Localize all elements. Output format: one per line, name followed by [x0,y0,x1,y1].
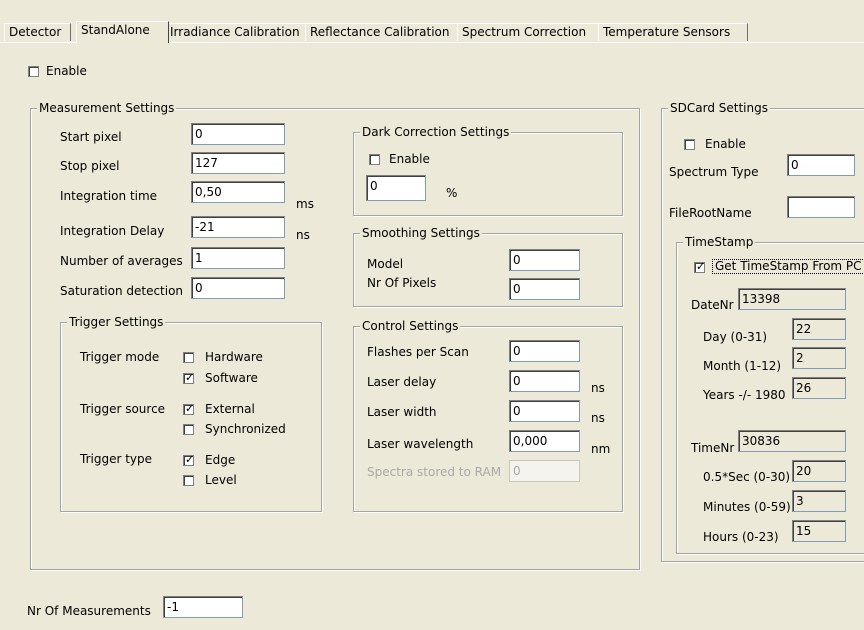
flashes-per-scan-input[interactable]: 0 [509,340,580,362]
month-field: 2 [792,347,846,369]
smoothing-settings-legend: Smoothing Settings [360,226,482,240]
spectra-stored-to-ram-label: Spectra stored to RAM [367,465,502,479]
level-label: Level [205,473,237,487]
measurement-settings-legend: Measurement Settings [37,101,177,115]
synchronized-checkbox[interactable] [183,424,194,435]
laser-delay-input[interactable]: 0 [509,370,580,392]
sdcard-enable-checkbox[interactable] [684,139,695,150]
tab-temperature-sensors[interactable]: Temperature Sensors [598,23,748,41]
checkmark-icon: ✓ [696,260,706,273]
dark-correction-unit: % [446,186,458,200]
start-pixel-input[interactable]: 0 [191,123,285,145]
years-label: Years -/- 1980 [703,388,786,402]
nr-of-measurements-label: Nr Of Measurements [27,604,151,618]
laser-wavelength-label: Laser wavelength [367,437,474,451]
hardware-label: Hardware [205,350,263,364]
get-timestamp-from-pc-label: Get TimeStamp From PC [712,259,864,274]
tab-standalone[interactable]: StandAlone [76,21,169,43]
external-label: External [205,402,255,416]
laser-delay-label: Laser delay [367,375,437,389]
edge-checkbox[interactable]: ✓ [183,453,195,466]
external-checkbox[interactable]: ✓ [183,402,195,415]
model-input[interactable]: 0 [509,249,580,271]
integration-delay-unit: ns [296,228,310,242]
dark-correction-input[interactable]: 0 [366,175,426,201]
laser-wavelength-input[interactable]: 0,000 [509,430,580,452]
checkmark-icon: ✓ [185,371,195,384]
nr-of-pixels-label: Nr Of Pixels [367,276,437,290]
stop-pixel-input[interactable]: 127 [191,152,285,174]
checkmark-icon: ✓ [185,453,195,466]
timenr-label: TimeNr [691,441,735,455]
integration-time-label: Integration time [60,189,158,203]
trigger-type-label: Trigger type [80,452,153,466]
standalone-enable-label: Enable [46,64,87,78]
hardware-checkbox[interactable] [183,352,194,363]
sdcard-settings-legend: SDCard Settings [668,101,770,115]
start-pixel-label: Start pixel [60,130,122,144]
minutes-label: Minutes (0-59) [703,500,791,514]
integration-time-input[interactable]: 0,50 [191,181,285,203]
integration-delay-label: Integration Delay [60,224,165,238]
minutes-field: 3 [792,490,846,512]
datenr-field: 13398 [738,288,846,310]
hours-label: Hours (0-23) [703,530,779,544]
laser-wavelength-unit: nm [591,442,611,456]
timenr-field: 30836 [738,430,846,452]
tab-reflectance-calibration[interactable]: Reflectance Calibration [305,23,461,41]
flashes-per-scan-label: Flashes per Scan [367,345,469,359]
laser-width-input[interactable]: 0 [509,400,580,422]
spectrum-type-input[interactable]: 0 [787,154,855,176]
nr-of-measurements-input[interactable]: -1 [163,596,243,618]
spectra-stored-to-ram-input: 0 [509,460,580,482]
trigger-mode-label: Trigger mode [80,350,160,364]
standalone-enable-checkbox[interactable] [28,66,39,77]
num-averages-label: Number of averages [60,254,183,268]
file-root-name-input[interactable] [787,196,855,218]
control-settings-legend: Control Settings [360,319,461,333]
dark-correction-enable-checkbox[interactable] [369,154,380,165]
half-sec-label: 0.5*Sec (0-30) [703,470,791,484]
spectrum-type-label: Spectrum Type [669,165,759,179]
get-timestamp-from-pc-checkbox[interactable]: ✓ [694,260,706,273]
saturation-detection-label: Saturation detection [60,284,184,298]
file-root-name-label: FileRootName [669,206,752,220]
tab-irradiance-calibration[interactable]: Irradiance Calibration [165,23,307,41]
integration-delay-input[interactable]: -21 [191,216,285,238]
software-checkbox[interactable]: ✓ [183,371,195,384]
level-checkbox[interactable] [183,475,194,486]
years-field: 26 [792,377,846,399]
dark-correction-legend: Dark Correction Settings [360,125,512,139]
laser-width-label: Laser width [367,405,437,419]
month-label: Month (1-12) [703,359,782,373]
tab-detector[interactable]: Detector [4,23,71,41]
edge-label: Edge [205,453,236,467]
software-label: Software [205,371,258,385]
model-label: Model [367,257,404,271]
integration-time-unit: ms [296,197,314,211]
laser-delay-unit: ns [591,381,605,395]
tab-spectrum-correction[interactable]: Spectrum Correction [457,23,601,41]
day-field: 22 [792,318,846,340]
num-averages-input[interactable]: 1 [191,247,285,269]
stop-pixel-label: Stop pixel [60,159,120,173]
hours-field: 15 [792,520,846,542]
day-label: Day (0-31) [703,330,768,344]
sdcard-enable-label: Enable [705,137,746,151]
timestamp-legend: TimeStamp [683,235,756,249]
dark-correction-enable-label: Enable [389,152,430,166]
nr-of-pixels-input[interactable]: 0 [509,278,580,300]
trigger-settings-legend: Trigger Settings [67,315,166,329]
half-sec-field: 20 [792,460,846,482]
synchronized-label: Synchronized [205,422,286,436]
saturation-detection-input[interactable]: 0 [191,277,285,299]
checkmark-icon: ✓ [185,402,195,415]
datenr-label: DateNr [691,298,734,312]
dark-correction-group: Dark Correction Settings [353,125,623,216]
trigger-source-label: Trigger source [80,402,166,416]
laser-width-unit: ns [591,411,605,425]
